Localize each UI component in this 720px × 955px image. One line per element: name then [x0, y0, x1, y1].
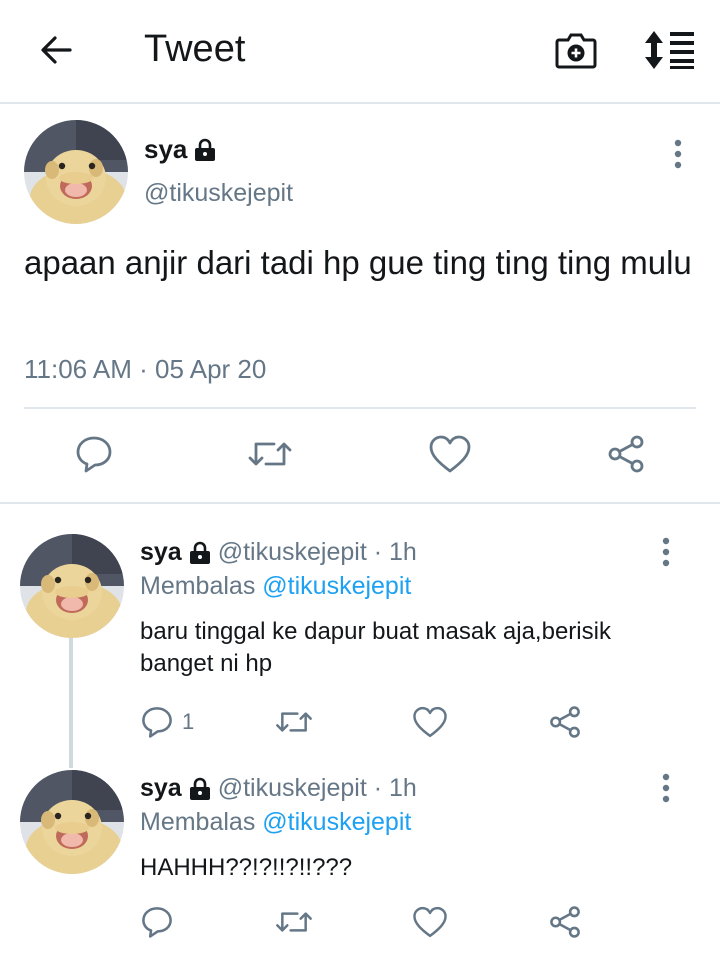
- page-title: Tweet: [144, 28, 246, 70]
- like-button[interactable]: [412, 902, 448, 942]
- author-handle[interactable]: @tikuskejepit: [144, 179, 293, 208]
- retweet-button[interactable]: [246, 430, 294, 478]
- avatar[interactable]: [20, 534, 124, 638]
- divider: [24, 407, 696, 409]
- handle-and-time[interactable]: @tikuskejepit · 1h: [218, 774, 417, 803]
- replying-to: Membalas @tikuskejepit: [140, 808, 411, 837]
- camera-button[interactable]: [552, 27, 600, 73]
- tweet-text: HAHHH??!?!!?!!???: [140, 854, 353, 881]
- avatar[interactable]: [20, 770, 124, 874]
- retweet-button[interactable]: [274, 702, 314, 742]
- like-button[interactable]: [426, 430, 474, 478]
- share-icon: [550, 706, 580, 738]
- reply-button[interactable]: 1: [140, 702, 194, 742]
- reply-button[interactable]: [140, 902, 182, 942]
- heart-icon: [429, 435, 471, 473]
- lock-icon: [188, 777, 212, 801]
- share-icon: [550, 906, 580, 938]
- lock-icon: [193, 138, 217, 162]
- share-icon: [608, 435, 644, 473]
- reply-button[interactable]: [70, 430, 118, 478]
- retweet-button[interactable]: [274, 902, 314, 942]
- retweet-icon: [248, 442, 292, 466]
- retweet-icon: [276, 912, 312, 932]
- tweet-text: apaan anjir dari tadi hp gue ting ting t…: [24, 244, 692, 281]
- replying-to-label: Membalas: [140, 572, 256, 600]
- reply-icon: [142, 707, 172, 738]
- retweet-icon: [276, 712, 312, 732]
- heart-icon: [413, 906, 447, 938]
- more-vertical-icon: [662, 773, 670, 803]
- replying-to-label: Membalas: [140, 808, 256, 836]
- more-options-button[interactable]: [654, 768, 678, 808]
- lock-icon: [188, 541, 212, 565]
- more-options-button[interactable]: [654, 532, 678, 572]
- tweet-text: baru tinggal ke dapur buat masak aja,ber…: [140, 618, 611, 677]
- more-options-button[interactable]: [666, 134, 690, 174]
- back-arrow-icon: [41, 36, 72, 64]
- handle-and-time[interactable]: @tikuskejepit · 1h: [218, 538, 417, 567]
- more-vertical-icon: [674, 139, 682, 169]
- heart-icon: [413, 706, 447, 738]
- reply-icon: [76, 436, 112, 473]
- reply-tweet: sya @tikuskejepit · 1h Membalas @tikuske…: [0, 506, 720, 756]
- main-tweet: sya @tikuskejepit apaan anjir dari tadi …: [0, 104, 720, 504]
- author-name[interactable]: sya: [140, 774, 182, 803]
- share-button[interactable]: [548, 702, 582, 742]
- author-name[interactable]: sya: [144, 134, 187, 165]
- share-button[interactable]: [548, 902, 582, 942]
- reply-tweet: sya @tikuskejepit · 1h Membalas @tikuske…: [0, 756, 720, 955]
- reply-header: sya @tikuskejepit · 1h: [140, 538, 417, 567]
- mention-link[interactable]: @tikuskejepit: [262, 808, 411, 836]
- replying-to: Membalas @tikuskejepit: [140, 572, 411, 601]
- reply-header: sya @tikuskejepit · 1h: [140, 774, 417, 803]
- author-name-row: sya: [144, 134, 217, 165]
- author-name[interactable]: sya: [140, 538, 182, 567]
- camera-plus-icon: [555, 33, 597, 69]
- back-button[interactable]: [32, 28, 80, 72]
- more-vertical-icon: [662, 537, 670, 567]
- sort-icon: [645, 31, 694, 69]
- reply-icon: [142, 907, 172, 938]
- mention-link[interactable]: @tikuskejepit: [262, 572, 411, 600]
- avatar[interactable]: [24, 120, 128, 224]
- reply-count: 1: [182, 709, 195, 734]
- tweet-timestamp[interactable]: 11:06 AM · 05 Apr 20: [24, 354, 266, 385]
- sort-toggle-button[interactable]: [640, 25, 700, 75]
- share-button[interactable]: [602, 430, 650, 478]
- top-bar: Tweet: [0, 0, 720, 104]
- like-button[interactable]: [412, 702, 448, 742]
